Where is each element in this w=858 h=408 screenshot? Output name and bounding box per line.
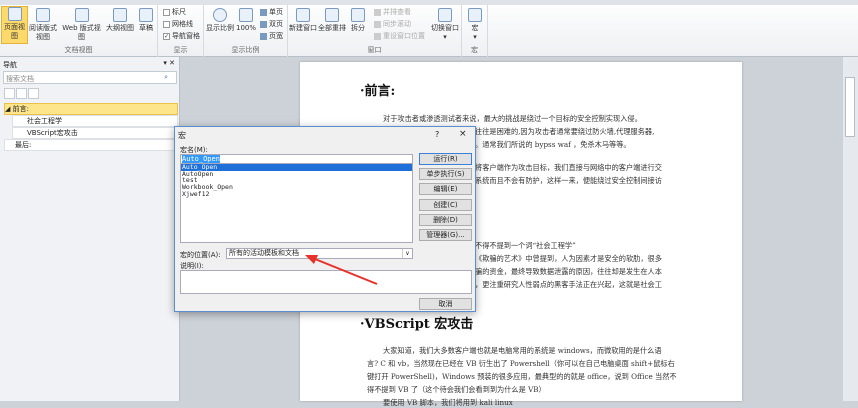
arrow-line <box>309 256 378 285</box>
red-arrow-annotation <box>305 255 378 285</box>
